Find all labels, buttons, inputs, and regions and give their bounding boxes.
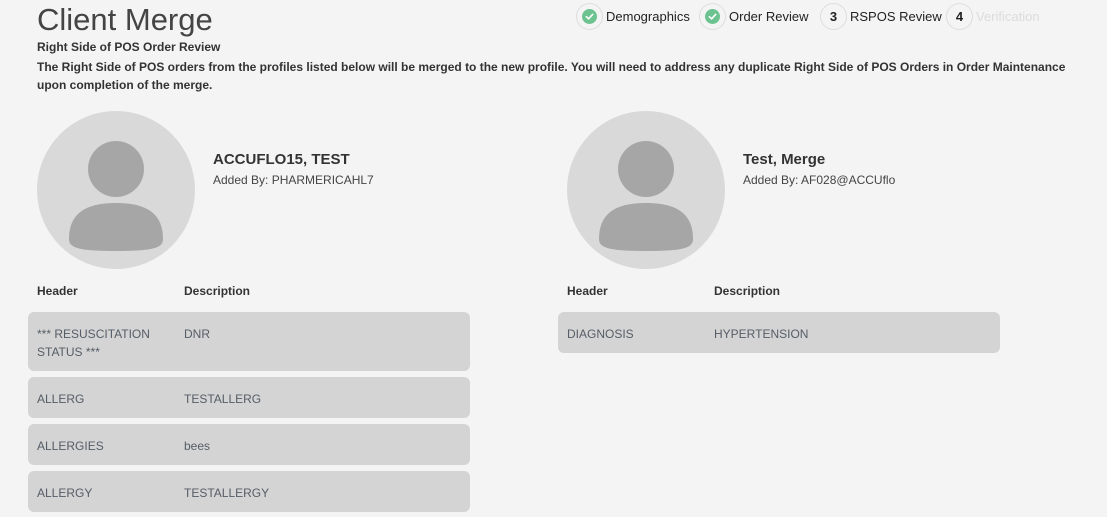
step-label: Order Review [729,8,809,24]
step-number: 3 [820,2,847,30]
header-column-label: Header [37,284,78,298]
step-complete-marker [699,2,726,30]
profile-added-by: Added By: PHARMERICAHL7 [213,173,374,187]
step-label: Verification [976,8,1040,24]
section-description: The Right Side of POS orders from the pr… [37,60,1066,92]
table-row: ALLERGY TESTALLERGY [28,471,470,512]
step-demographics[interactable]: Demographics [576,2,690,30]
profile-added-by: Added By: AF028@ACCUflo [743,173,896,187]
avatar [37,111,195,269]
table-row: *** RESUSCITATION STATUS *** DNR [28,312,470,371]
table-row: ALLERG TESTALLERG [28,377,470,418]
profile-name: ACCUFLO15, TEST [213,151,350,168]
table-row: ALLERGIES bees [28,424,470,465]
row-header: DIAGNOSIS [567,327,634,341]
profile-name: Test, Merge [743,151,826,168]
step-rspos-review[interactable]: 3 RSPOS Review [820,2,942,30]
step-order-review[interactable]: Order Review [699,2,808,30]
user-silhouette-icon [599,141,693,251]
step-number: 4 [946,2,973,30]
step-label: Demographics [606,8,690,24]
row-description: TESTALLERG [184,392,262,406]
row-header: ALLERG [37,392,85,406]
row-description: bees [184,439,211,453]
row-description: HYPERTENSION [714,327,809,341]
avatar [567,111,725,269]
header-column-label: Header [567,284,608,298]
row-header: ALLERGIES [37,439,104,453]
step-complete-marker [576,2,603,30]
page-title: Client Merge [37,2,213,37]
user-silhouette-icon [69,141,163,251]
record-list: *** RESUSCITATION STATUS *** DNR ALLERG … [28,312,470,517]
record-list: DIAGNOSIS HYPERTENSION [558,312,1000,359]
check-icon [582,8,597,24]
row-header: ALLERGY [37,486,93,500]
row-description: DNR [184,327,210,341]
check-icon [705,8,720,24]
step-label: RSPOS Review [850,8,942,24]
step-verification[interactable]: 4 Verification [946,2,1040,30]
row-description: TESTALLERGY [184,486,270,500]
section-subtitle: Right Side of POS Order Review [37,40,221,54]
description-column-label: Description [714,284,781,298]
row-header: *** RESUSCITATION STATUS *** [37,327,150,359]
table-row: DIAGNOSIS HYPERTENSION [558,312,1000,353]
description-column-label: Description [184,284,251,298]
